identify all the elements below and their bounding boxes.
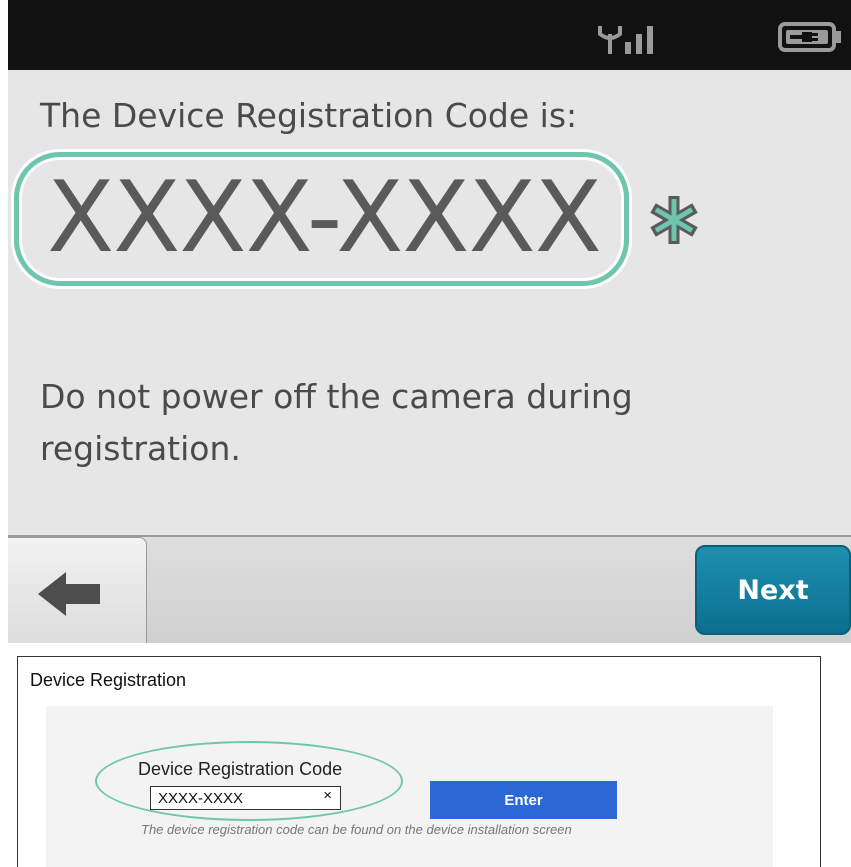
next-button[interactable]: Next bbox=[695, 545, 851, 635]
asterisk-icon bbox=[648, 194, 700, 250]
status-bar bbox=[8, 0, 851, 70]
battery-plug-icon bbox=[778, 22, 842, 56]
page-title: Device Registration bbox=[30, 670, 187, 690]
registration-code-input[interactable] bbox=[158, 788, 318, 808]
registration-title: The Device Registration Code is: bbox=[40, 96, 578, 135]
back-arrow-icon bbox=[38, 570, 104, 622]
camera-screen: The Device Registration Code is: XXXX-XX… bbox=[8, 0, 851, 643]
signal-antenna-icon bbox=[596, 22, 672, 60]
power-warning-text: Do not power off the camera during regis… bbox=[40, 377, 633, 468]
registration-code: XXXX-XXXX bbox=[47, 161, 602, 275]
registration-code-field[interactable]: × bbox=[150, 786, 341, 810]
registration-code-label: Device Registration Code bbox=[138, 759, 343, 779]
helper-text: The device registration code can be foun… bbox=[141, 822, 572, 837]
enter-button[interactable]: Enter bbox=[430, 781, 617, 819]
clear-icon[interactable]: × bbox=[323, 787, 332, 804]
back-button[interactable] bbox=[8, 537, 147, 643]
